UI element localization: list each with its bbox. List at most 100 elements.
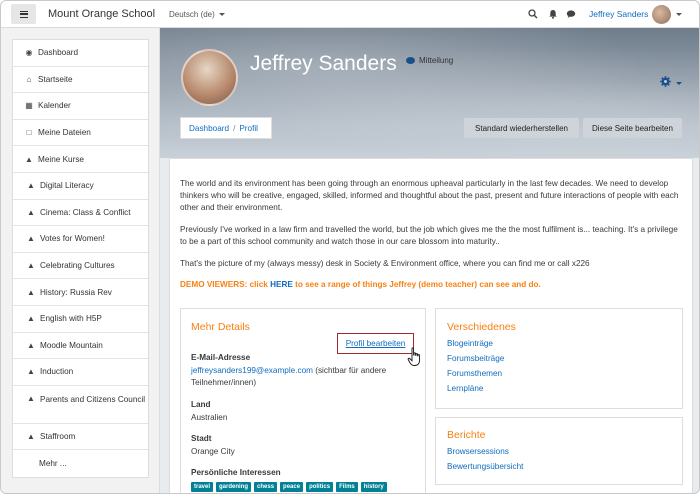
reset-page-button[interactable]: Standard wiederherstellen (464, 118, 579, 138)
graduation-cap-icon: ▲ (25, 154, 33, 164)
demo-notice: DEMO VIEWERS: click HERE to see a range … (180, 280, 541, 289)
user-avatar[interactable] (652, 5, 671, 24)
sidebar-item-label: Cinema: Class & Conflict (40, 207, 131, 217)
sidebar-item-label: Digital Literacy (40, 181, 94, 191)
interest-tag[interactable]: politics (306, 482, 334, 492)
graduation-cap-icon: ▲ (27, 207, 35, 217)
chat-bubble-icon[interactable] (566, 9, 576, 19)
sidebar-item-course[interactable]: ▲ Cinema: Class & Conflict (13, 200, 148, 227)
sidebar-item-label: Meine Kurse (38, 154, 84, 164)
sidebar-item-label: Mehr ... (39, 459, 67, 469)
demo-notice-text: DEMO VIEWERS: click (180, 280, 271, 289)
interest-tag[interactable]: gardening (216, 482, 252, 492)
interests-label: Persönliche Interessen (191, 468, 281, 477)
city-value: Orange City (191, 447, 235, 456)
blog-entries-link[interactable]: Blogeinträge (447, 336, 504, 351)
graduation-cap-icon: ▲ (27, 367, 35, 377)
city-label: Stadt (191, 434, 212, 443)
profile-picture (181, 49, 238, 106)
interest-tag[interactable]: history (360, 482, 387, 492)
chat-bubble-icon (406, 57, 415, 64)
sidebar-item-label: English with H5P (40, 314, 102, 324)
description-paragraph: That's the picture of my (always messy) … (180, 259, 590, 268)
chevron-down-icon (218, 13, 225, 17)
sidebar-item-course[interactable]: ▲ English with H5P (13, 306, 148, 333)
graduation-cap-icon: ▲ (27, 314, 35, 324)
gear-icon[interactable] (660, 76, 671, 87)
sidebar-item-meine-kurse[interactable]: ▲ Meine Kurse (13, 146, 148, 173)
graduation-cap-icon: ▲ (27, 287, 35, 297)
top-navbar: Mount Orange School Deutsch (de) Jeffrey… (1, 1, 699, 28)
forum-posts-link[interactable]: Forumsbeiträge (447, 351, 504, 366)
grades-overview-link[interactable]: Bewertungsübersicht (447, 459, 523, 474)
sidebar-item-course[interactable]: ▲ Celebrating Cultures (13, 253, 148, 280)
misc-links: Blogeinträge Forumsbeiträge Forumsthemen… (447, 336, 504, 396)
browser-sessions-link[interactable]: Browsersessions (447, 444, 523, 459)
bell-icon[interactable] (548, 9, 558, 19)
sidebar-item-meine-dateien[interactable]: □ Meine Dateien (13, 120, 148, 147)
message-button[interactable]: Mitteilung (406, 56, 453, 65)
user-menu-name[interactable]: Jeffrey Sanders (589, 9, 648, 19)
breadcrumb-separator: / (233, 123, 236, 133)
description-paragraph: The world and its environment has been g… (180, 179, 679, 213)
sidebar-item-course[interactable]: ▲ Digital Literacy (13, 173, 148, 200)
learning-plans-link[interactable]: Lernpläne (447, 381, 504, 396)
file-icon: □ (26, 128, 32, 138)
chevron-down-icon[interactable] (676, 82, 682, 85)
sidebar-item-more[interactable]: Mehr ... (13, 450, 148, 477)
graduation-cap-icon: ▲ (27, 234, 35, 244)
chevron-down-icon[interactable] (676, 13, 682, 16)
misc-title: Verschiedenes (447, 321, 516, 333)
details-title: Mehr Details (191, 321, 250, 333)
graduation-cap-icon: ▲ (27, 393, 35, 403)
description-paragraph: Previously I've worked in a law firm and… (180, 225, 678, 247)
nav-list: ◉ Dashboard ⌂ Startseite ▦ Kalender □ Meine … (12, 39, 149, 478)
hamburger-icon (19, 10, 28, 18)
home-icon: ⌂ (26, 74, 32, 84)
sidebar-item-course[interactable]: ▲ Induction (13, 359, 148, 386)
sidebar-item-kalender[interactable]: ▦ Kalender (13, 93, 148, 120)
sidebar-item-course[interactable]: ▲ Parents and Citizens Council (13, 386, 148, 424)
interest-tag[interactable]: Films (336, 482, 358, 492)
app-window: Mount Orange School Deutsch (de) Jeffrey… (0, 0, 700, 494)
interest-tag[interactable]: peace (280, 482, 304, 492)
interest-tag[interactable]: chess (254, 482, 278, 492)
graduation-cap-icon: ▲ (27, 181, 35, 191)
sidebar-item-label: Staffroom (40, 432, 76, 442)
language-menu[interactable]: Deutsch (de) (169, 10, 225, 19)
calendar-icon: ▦ (25, 101, 33, 111)
sidebar-item-dashboard[interactable]: ◉ Dashboard (13, 40, 148, 67)
graduation-cap-icon: ▲ (27, 340, 35, 350)
sidebar-item-course[interactable]: ▲ Moodle Mountain (13, 333, 148, 360)
sidebar-item-course[interactable]: ▲ History: Russia Rev (13, 279, 148, 306)
sidebar-item-label: Dashboard (38, 48, 79, 58)
sidebar-item-course[interactable]: ▲ Votes for Women! (13, 226, 148, 253)
edit-page-button[interactable]: Diese Seite bearbeiten (583, 118, 682, 138)
email-link[interactable]: jeffreysanders199@example.com (191, 366, 313, 375)
demo-notice-text: to see a range of things Jeffrey (demo t… (292, 280, 541, 289)
breadcrumb-dashboard[interactable]: Dashboard (189, 124, 229, 133)
breadcrumb: Dashboard / Profil (180, 117, 272, 139)
email-value: jeffreysanders199@example.com (sichtbar … (191, 365, 416, 389)
interest-tags: travel gardening chess peace politics Fi… (191, 482, 387, 492)
page-title: Jeffrey Sanders (250, 52, 397, 75)
sidebar-item-label: Celebrating Cultures (40, 261, 115, 271)
site-name[interactable]: Mount Orange School (48, 8, 155, 20)
forum-topics-link[interactable]: Forumsthemen (447, 366, 504, 381)
sidebar-item-label: Moodle Mountain (40, 340, 103, 350)
sidebar-item-label: Meine Dateien (38, 128, 91, 138)
drawer-toggle-button[interactable] (11, 4, 36, 24)
interest-tag[interactable]: travel (191, 482, 214, 492)
sidebar-item-course[interactable]: ▲ Staffroom (13, 424, 148, 451)
reports-title: Berichte (447, 429, 486, 441)
reports-links: Browsersessions Bewertungsübersicht (447, 444, 523, 474)
country-value: Australien (191, 413, 228, 422)
email-label: E-Mail-Adresse (191, 353, 251, 362)
sidebar-item-label: Induction (40, 367, 74, 377)
edit-profile-link[interactable]: Profil bearbeiten (337, 333, 414, 354)
search-icon[interactable] (528, 9, 538, 19)
demo-here-link[interactable]: HERE (270, 280, 293, 289)
sidebar-item-startseite[interactable]: ⌂ Startseite (13, 67, 148, 94)
breadcrumb-profil[interactable]: Profil (239, 124, 258, 133)
graduation-cap-icon: ▲ (27, 432, 35, 442)
